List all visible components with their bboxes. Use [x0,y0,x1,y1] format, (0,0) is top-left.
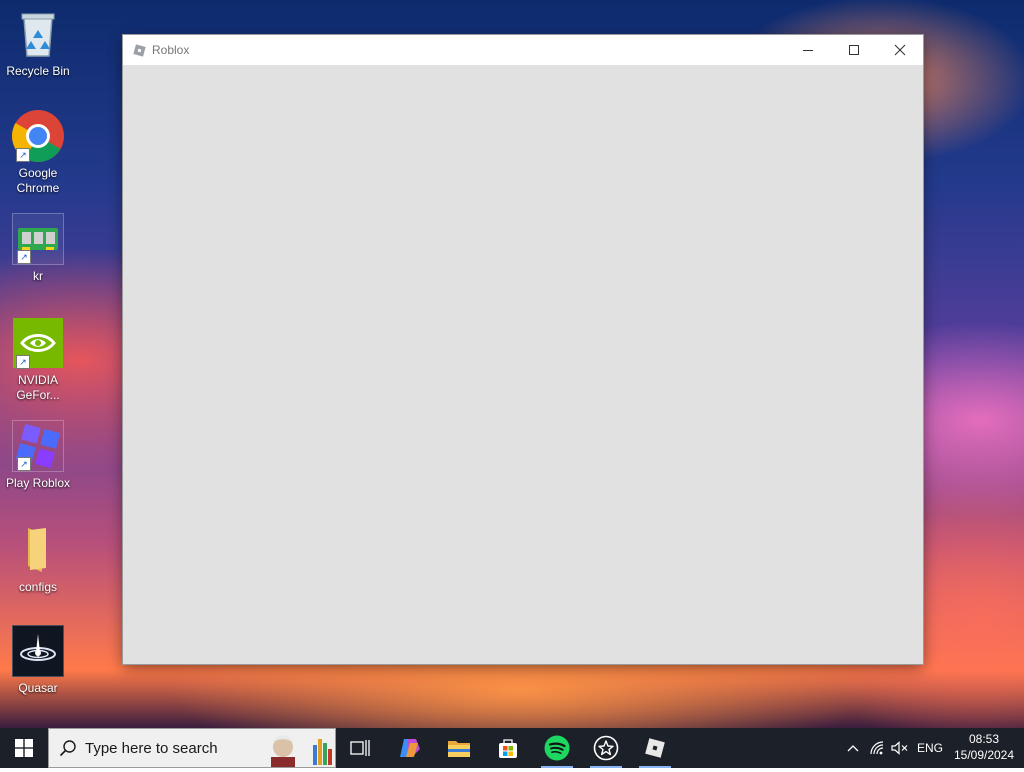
roblox-window[interactable]: Roblox [123,35,923,664]
roblox-studio-icon: ↗ [12,420,64,472]
desktop-icon-label: configs [18,580,58,594]
windows-logo-icon [15,739,33,757]
desktop: Recycle Bin ↗ Google Chrome ↗ kr ↗ NVIDI… [0,0,1024,728]
taskbar-task-view[interactable] [336,728,384,768]
desktop-icon-configs[interactable]: configs [4,524,72,595]
tray-clock[interactable]: 08:53 15/09/2024 [948,731,1020,763]
store-icon [499,739,517,758]
tray-network[interactable] [866,728,888,768]
taskbar-microsoft-store[interactable] [484,728,532,768]
desktop-icon-quasar[interactable]: Quasar [4,625,72,696]
window-title: Roblox [152,43,190,57]
roblox-icon [645,738,665,758]
chevron-up-icon [847,745,859,752]
quasar-icon [12,625,64,677]
desktop-icon-label: Google Chrome [16,166,60,195]
start-button[interactable] [0,728,48,768]
shortcut-arrow-icon: ↗ [17,457,31,471]
window-titlebar[interactable]: Roblox [123,35,923,65]
nvidia-icon: ↗ [12,317,64,369]
taskbar-file-explorer[interactable] [435,728,483,768]
chrome-icon: ↗ [12,110,64,162]
maximize-icon [849,45,859,55]
volume-muted-icon [891,741,908,755]
taskbar-copilot[interactable] [386,728,434,768]
star-icon [593,735,619,761]
maximize-button[interactable] [831,35,877,65]
desktop-icon-label: Play Roblox [5,476,71,490]
recycle-bin-icon [12,8,64,60]
desktop-icon-label: Quasar [18,681,58,695]
desktop-icon-label: kr [33,269,43,283]
taskbar-search-box[interactable]: Type here to search [48,728,336,768]
memory-card-icon: ↗ [12,213,64,265]
close-button[interactable] [877,35,923,65]
tray-show-hidden-icons[interactable] [842,728,864,768]
tray-language[interactable]: ENG [913,728,947,768]
desktop-icon-label: NVIDIA GeFor... [16,373,60,402]
clock-date: 15/09/2024 [953,748,1015,762]
shortcut-arrow-icon: ↗ [17,250,31,264]
taskbar-roblox[interactable] [631,728,679,768]
minimize-icon [803,50,813,51]
desktop-icon-google-chrome[interactable]: ↗ Google Chrome [4,110,72,196]
copilot-icon [400,739,420,757]
window-client-area[interactable] [123,65,923,664]
task-view-icon [350,740,370,756]
roblox-icon [132,43,146,57]
desktop-icon-kr[interactable]: ↗ kr [4,213,72,284]
folder-icon [12,524,64,576]
desktop-icon-nvidia-geforce[interactable]: ↗ NVIDIA GeFor... [4,317,72,403]
desktop-icon-play-roblox[interactable]: ↗ Play Roblox [4,420,72,491]
search-placeholder: Type here to search [85,739,218,757]
shortcut-arrow-icon: ↗ [16,355,30,369]
taskbar: Type here to search ENG 08:53 15/09/2024 [0,728,1024,768]
folder-icon [448,741,470,757]
shortcut-arrow-icon: ↗ [16,148,30,162]
spotify-icon [544,735,570,761]
clock-time: 08:53 [968,732,1000,746]
search-icon [59,739,77,757]
desktop-icon-recycle-bin[interactable]: Recycle Bin [4,8,72,79]
taskbar-spotify[interactable] [533,728,581,768]
network-icon [870,741,884,755]
taskbar-game-app[interactable] [582,728,630,768]
search-highlight-illustration-icon[interactable] [267,729,335,767]
desktop-icon-label: Recycle Bin [6,64,70,78]
close-icon [894,44,906,56]
tray-volume[interactable] [889,728,911,768]
minimize-button[interactable] [785,35,831,65]
